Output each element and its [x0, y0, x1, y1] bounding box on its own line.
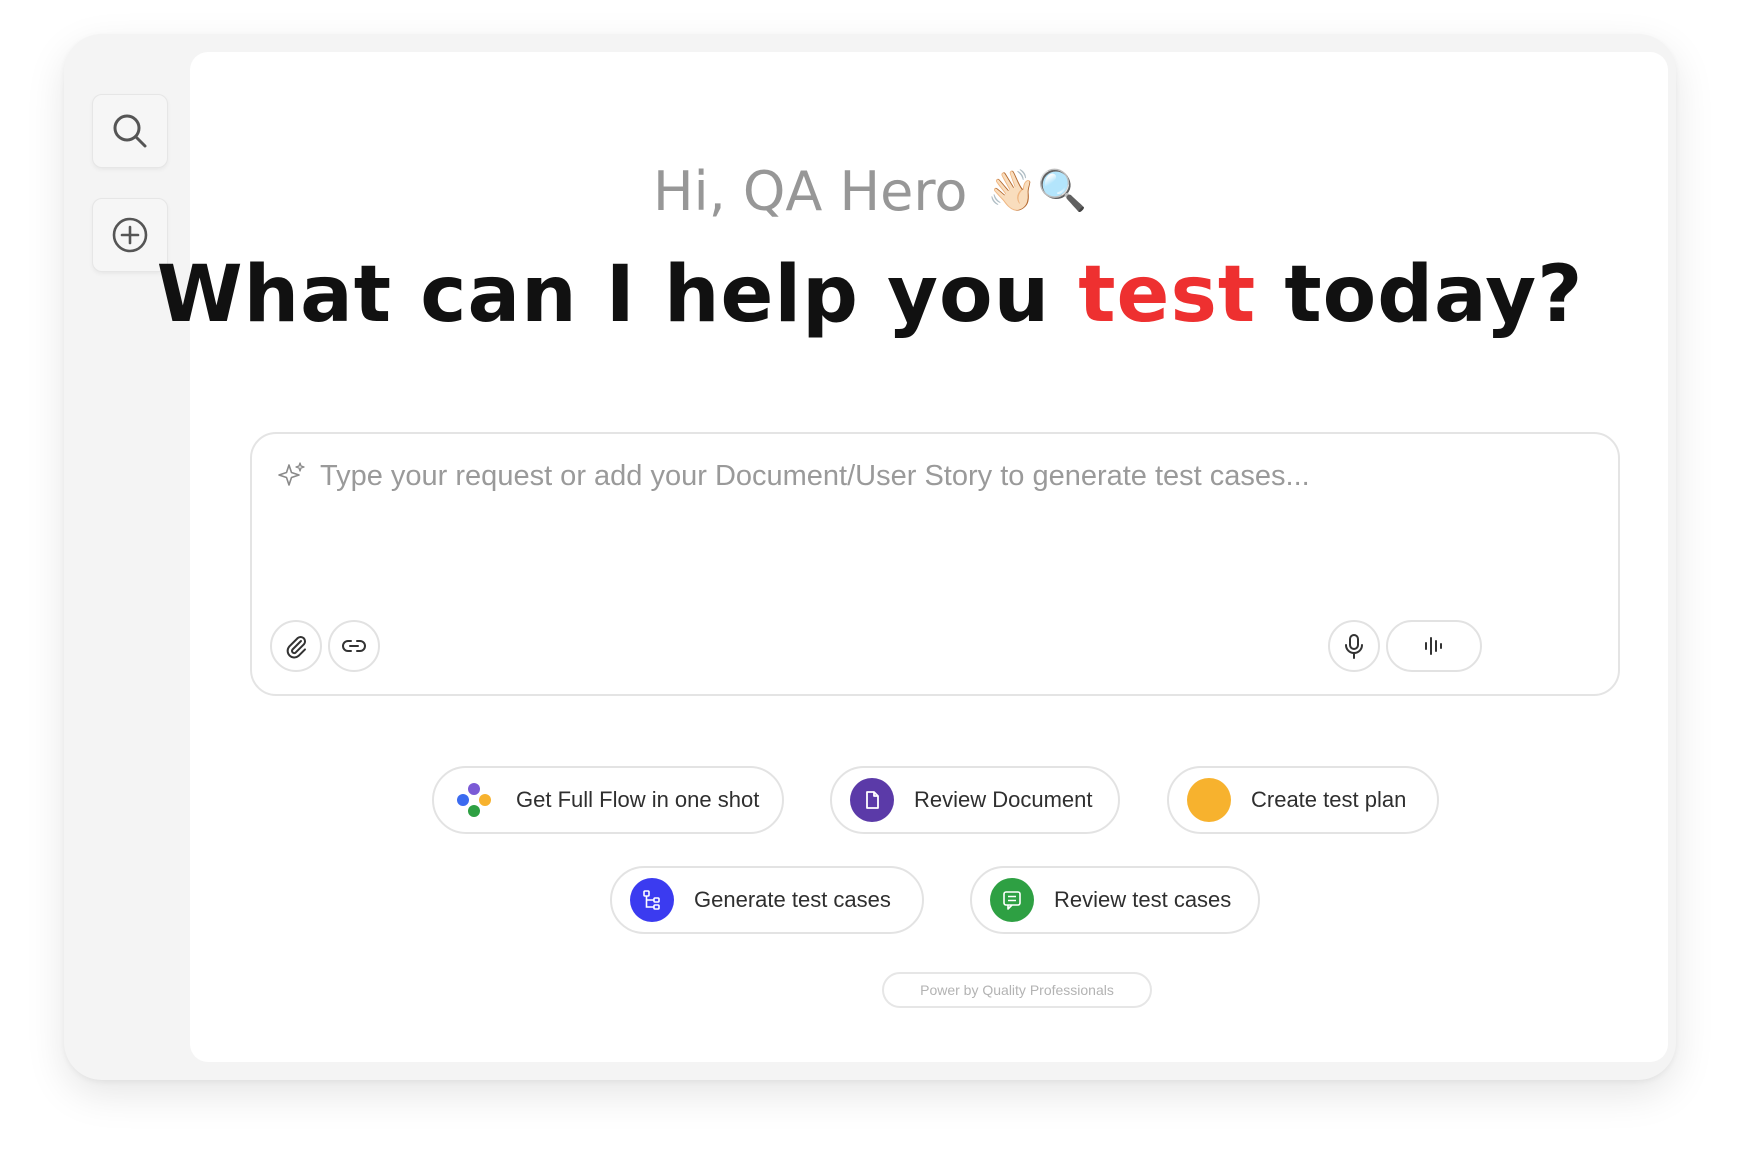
chat-lines-icon	[990, 878, 1034, 922]
multi-dot-flow-icon	[452, 778, 496, 822]
document-icon	[850, 778, 894, 822]
prompt-box	[250, 432, 1620, 696]
paperclip-icon	[286, 635, 307, 659]
chip-label: Get Full Flow in one shot	[516, 787, 760, 812]
chip-label: Generate test cases	[694, 887, 891, 912]
link-icon	[342, 640, 366, 652]
voice-mode-button[interactable]	[1386, 620, 1482, 672]
search-icon	[113, 114, 147, 148]
footer-badge: Power by Quality Professionals	[882, 972, 1152, 1008]
headline-accent: test	[1078, 250, 1257, 340]
footer-text: Power by Quality Professionals	[920, 982, 1114, 998]
page-title: What can I help you test today?	[0, 250, 1740, 340]
wave-magnifier-emoji: 👋🏻🔍	[987, 168, 1088, 214]
chip-generate-test-cases[interactable]: Generate test cases	[610, 866, 924, 934]
link-button[interactable]	[328, 620, 380, 672]
headline-after: today?	[1256, 250, 1584, 340]
orange-dot-icon	[1187, 778, 1231, 822]
chip-review-document[interactable]: Review Document	[830, 766, 1120, 834]
greeting: Hi, QA Hero 👋🏻🔍	[0, 160, 1740, 223]
chip-label: Review test cases	[1054, 887, 1232, 912]
chip-label: Review Document	[914, 787, 1093, 812]
chip-create-test-plan[interactable]: Create test plan	[1167, 766, 1439, 834]
headline-before: What can I help you	[156, 250, 1079, 340]
tree-structure-icon	[630, 878, 674, 922]
prompt-input[interactable]	[320, 454, 1580, 498]
waveform-icon	[1425, 637, 1442, 655]
attach-button[interactable]	[270, 620, 322, 672]
chip-get-full-flow[interactable]: Get Full Flow in one shot	[432, 766, 784, 834]
sidebar-search-button[interactable]	[92, 94, 168, 168]
microphone-button[interactable]	[1328, 620, 1380, 672]
microphone-icon	[1345, 634, 1363, 659]
greeting-text: Hi, QA Hero	[652, 160, 968, 223]
chip-label: Create test plan	[1251, 787, 1407, 812]
chip-review-test-cases[interactable]: Review test cases	[970, 866, 1260, 934]
sparkle-icon	[278, 462, 305, 486]
